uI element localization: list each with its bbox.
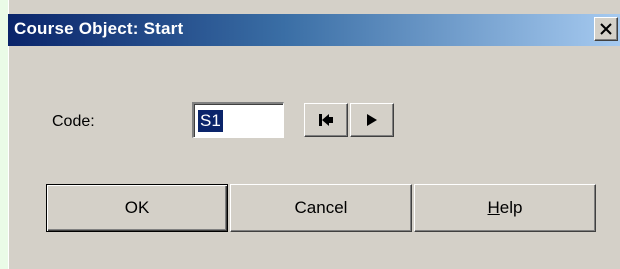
window-title: Course Object: Start — [14, 19, 184, 38]
title-bar[interactable]: Course Object: Start — [8, 14, 620, 46]
code-label: Code: — [52, 113, 95, 130]
help-label-rest: elp — [499, 198, 523, 217]
code-input-value[interactable]: S1 — [198, 110, 223, 132]
first-record-button[interactable] — [304, 103, 348, 137]
course-object-dialog: Course Object: Start Code: S1 OK Cancel … — [8, 0, 620, 269]
close-icon — [600, 23, 612, 35]
skip-to-first-icon — [319, 114, 333, 126]
ok-button[interactable]: OK — [46, 184, 228, 232]
close-button[interactable] — [594, 17, 618, 41]
help-button[interactable]: Help — [414, 184, 596, 232]
play-next-icon — [367, 114, 377, 126]
help-mnemonic: H — [487, 198, 500, 217]
next-record-button[interactable] — [350, 103, 394, 137]
cancel-button[interactable]: Cancel — [230, 184, 412, 232]
code-input[interactable]: S1 — [192, 102, 284, 138]
